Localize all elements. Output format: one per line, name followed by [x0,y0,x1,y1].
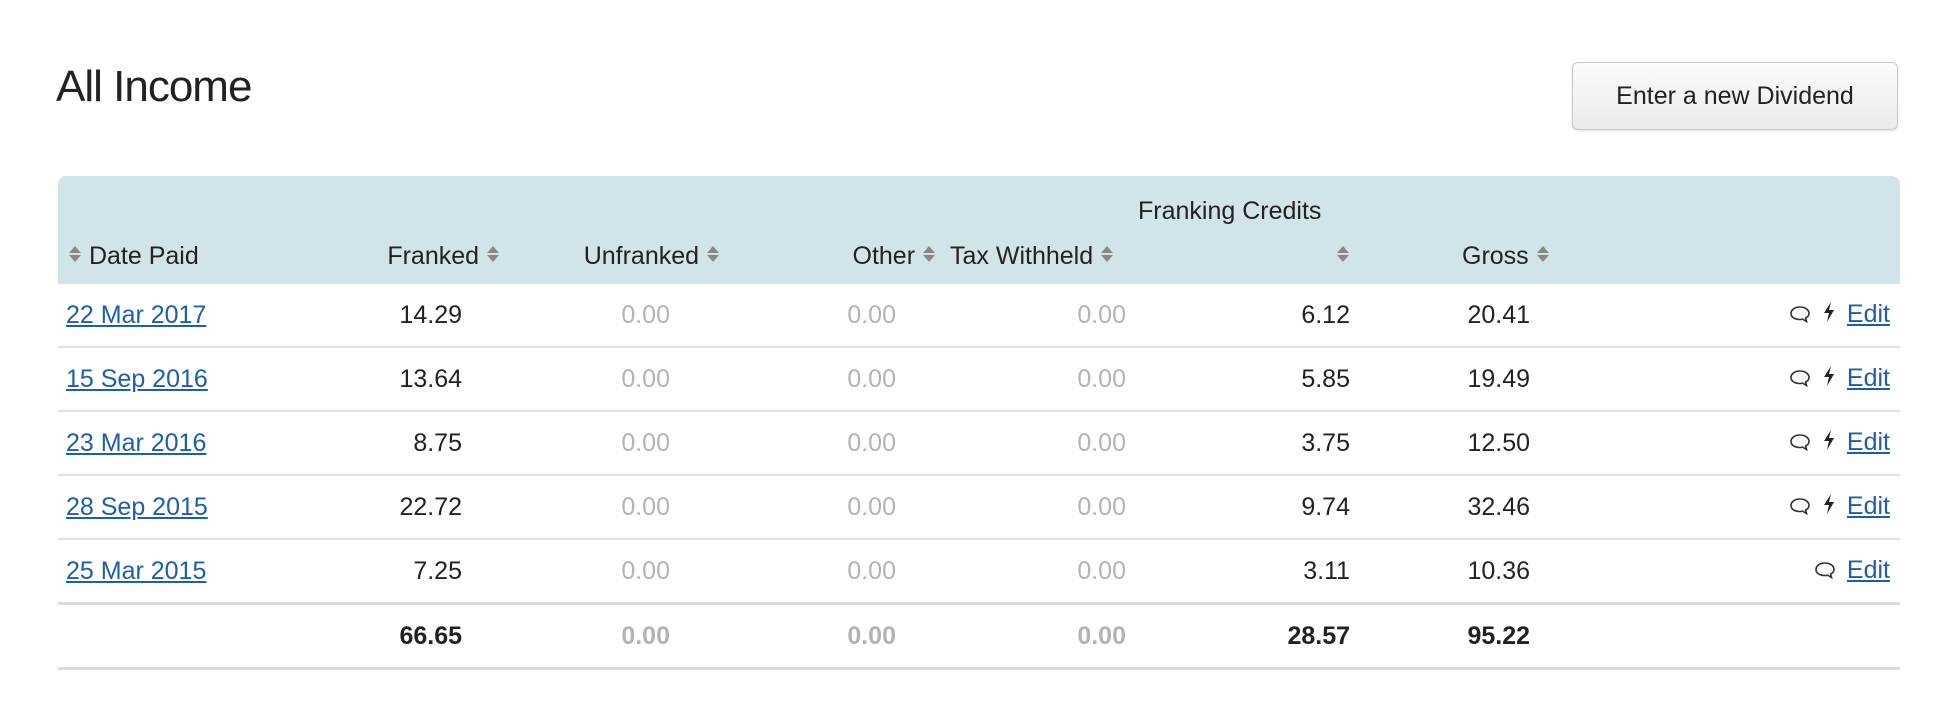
edit-link[interactable]: Edit [1847,428,1890,456]
tax-withheld-value: 0.00 [948,347,1178,412]
date-paid-link[interactable]: 15 Sep 2016 [58,365,208,393]
other-value: 0.00 [728,539,948,605]
date-paid-cell: 15 Sep 2016 [58,347,308,412]
unfranked-value: 0.00 [508,411,728,476]
gross-value: 32.46 [1398,475,1638,540]
franked-value: 8.75 [308,411,508,476]
unfranked-value: 0.00 [508,284,728,348]
totals-actions-cell [1638,602,1900,670]
edit-link[interactable]: Edit [1847,300,1890,328]
tax-withheld-value: 0.00 [948,475,1178,540]
row-actions: Edit [1638,284,1900,348]
franking-credits-value: 6.12 [1178,284,1398,348]
date-paid-cell: 23 Mar 2016 [58,411,308,476]
other-value: 0.00 [728,347,948,412]
tax-withheld-value: 0.00 [948,284,1178,348]
franked-value: 22.72 [308,475,508,540]
unfranked-value: 0.00 [508,539,728,605]
edit-link[interactable]: Edit [1847,364,1890,392]
comment-icon[interactable] [1789,493,1811,522]
row-actions: Edit [1638,347,1900,412]
sort-icon [1100,244,1114,264]
date-paid-link[interactable]: 28 Sep 2015 [58,493,208,521]
date-paid-link[interactable]: 25 Mar 2015 [58,557,206,585]
page-title: All Income [56,62,252,111]
table-row: 22 Mar 2017 14.29 0.00 0.00 0.00 6.12 20… [58,284,1900,348]
sort-icon [922,244,936,264]
sort-icon [1536,244,1550,264]
franking-credits-value: 9.74 [1178,475,1398,540]
franked-value: 7.25 [308,539,508,605]
table-row: 15 Sep 2016 13.64 0.00 0.00 0.00 5.85 19… [58,347,1900,412]
franking-credits-value: 3.11 [1178,539,1398,605]
total-franking-credits: 28.57 [1178,602,1398,670]
totals-label-cell [58,602,308,670]
income-table: Franking Credits Date Paid Franked Unfra… [58,176,1900,670]
date-paid-link[interactable]: 22 Mar 2017 [58,301,206,329]
flash-icon[interactable] [1822,429,1836,458]
franking-credits-value: 5.85 [1178,347,1398,412]
comment-icon[interactable] [1789,301,1811,330]
edit-link[interactable]: Edit [1847,556,1890,584]
tax-withheld-value: 0.00 [948,411,1178,476]
tax-withheld-value: 0.00 [948,539,1178,605]
table-row: 28 Sep 2015 22.72 0.00 0.00 0.00 9.74 32… [58,475,1900,540]
comment-icon[interactable] [1789,365,1811,394]
edit-link[interactable]: Edit [1847,492,1890,520]
unfranked-value: 0.00 [508,347,728,412]
col-tax-withheld[interactable]: Tax Withheld [948,228,1178,284]
gross-value: 12.50 [1398,411,1638,476]
col-gross[interactable]: Gross [1398,228,1638,284]
col-franking-credits[interactable] [1178,228,1398,284]
col-franked[interactable]: Franked [308,228,508,284]
franked-value: 13.64 [308,347,508,412]
total-unfranked: 0.00 [508,602,728,670]
other-value: 0.00 [728,284,948,348]
gross-value: 20.41 [1398,284,1638,348]
row-actions: Edit [1638,539,1900,605]
date-paid-cell: 25 Mar 2015 [58,539,308,605]
sort-icon [1336,244,1350,264]
col-date-paid[interactable]: Date Paid [58,228,308,284]
franking-credits-group-header: Franking Credits [1138,176,1398,228]
other-value: 0.00 [728,411,948,476]
total-gross: 95.22 [1398,602,1638,670]
totals-row: 66.65 0.00 0.00 0.00 28.57 95.22 [58,602,1900,670]
total-other: 0.00 [728,602,948,670]
franking-credits-value: 3.75 [1178,411,1398,476]
flash-icon[interactable] [1822,365,1836,394]
other-value: 0.00 [728,475,948,540]
sort-icon [68,244,82,264]
total-tax-withheld: 0.00 [948,602,1178,670]
unfranked-value: 0.00 [508,475,728,540]
flash-icon[interactable] [1822,301,1836,330]
gross-value: 19.49 [1398,347,1638,412]
date-paid-cell: 22 Mar 2017 [58,284,308,348]
gross-value: 10.36 [1398,539,1638,605]
franked-value: 14.29 [308,284,508,348]
row-actions: Edit [1638,411,1900,476]
flash-icon[interactable] [1822,493,1836,522]
income-page: All Income Enter a new Dividend Franking… [0,0,1960,720]
header-row: Date Paid Franked Unfranked Other Tax Wi… [58,228,1900,284]
row-actions: Edit [1638,475,1900,540]
date-paid-cell: 28 Sep 2015 [58,475,308,540]
sort-icon [706,244,720,264]
header-group-row: Franking Credits [58,176,1900,228]
comment-icon[interactable] [1814,557,1836,586]
col-unfranked[interactable]: Unfranked [508,228,728,284]
date-paid-link[interactable]: 23 Mar 2016 [58,429,206,457]
sort-icon [486,244,500,264]
enter-new-dividend-button[interactable]: Enter a new Dividend [1572,62,1898,130]
table-row: 23 Mar 2016 8.75 0.00 0.00 0.00 3.75 12.… [58,411,1900,476]
col-other[interactable]: Other [728,228,948,284]
table-row: 25 Mar 2015 7.25 0.00 0.00 0.00 3.11 10.… [58,539,1900,605]
total-franked: 66.65 [308,602,508,670]
comment-icon[interactable] [1789,429,1811,458]
